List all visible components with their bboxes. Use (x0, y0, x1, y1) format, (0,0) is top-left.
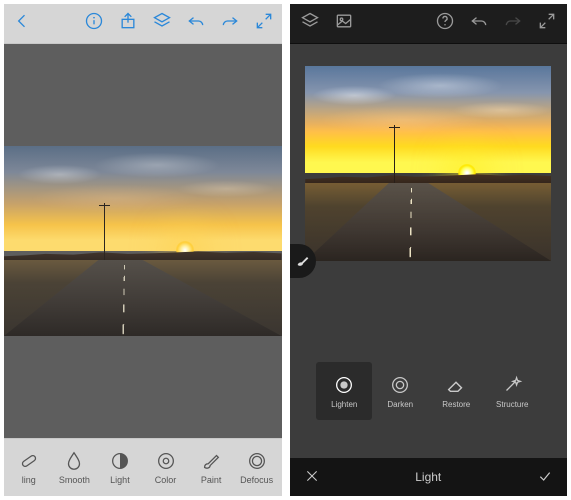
tool-label: Lighten (331, 400, 357, 409)
expand-button[interactable] (537, 11, 557, 36)
redo-icon (220, 11, 240, 31)
redo-button[interactable] (503, 11, 523, 36)
tool-restore[interactable]: Restore (428, 362, 484, 420)
share-button[interactable] (118, 11, 138, 36)
right-topbar (290, 4, 568, 44)
help-button[interactable] (435, 11, 455, 36)
chevron-left-icon (12, 11, 32, 31)
contrast-icon (109, 450, 131, 472)
tool-defocus[interactable]: Defocus (235, 450, 279, 485)
tool-smooth[interactable]: Smooth (52, 450, 96, 485)
info-icon (84, 11, 104, 31)
expand-icon (254, 11, 274, 31)
undo-button[interactable] (469, 11, 489, 36)
tool-structure[interactable]: Structure (484, 362, 540, 420)
left-toolbar: ling Smooth Light Color Paint Defocus (4, 438, 282, 496)
tool-label: Darken (387, 400, 413, 409)
eraser-icon (445, 374, 467, 396)
droplet-icon (63, 450, 85, 472)
defocus-icon (246, 450, 268, 472)
close-icon (304, 468, 320, 484)
layers-button[interactable] (300, 11, 320, 36)
confirm-button[interactable] (537, 468, 553, 487)
mode-bar: Light (290, 458, 568, 496)
left-topbar (4, 4, 282, 44)
brush-icon (295, 253, 311, 269)
share-icon (118, 11, 138, 31)
photo-preview (4, 146, 282, 336)
photo-preview (305, 66, 551, 261)
tool-label: Paint (201, 475, 222, 485)
image-icon (334, 11, 354, 31)
check-icon (537, 468, 553, 484)
right-canvas[interactable]: Lighten Darken Restore Structure (290, 44, 568, 458)
tool-label: Defocus (240, 475, 273, 485)
tool-healing[interactable]: ling (7, 450, 51, 485)
undo-icon (186, 11, 206, 31)
tool-label: Smooth (59, 475, 90, 485)
light-tools-row: Lighten Darken Restore Structure (290, 362, 568, 420)
tool-label: Structure (496, 400, 528, 409)
cancel-button[interactable] (304, 468, 320, 487)
help-icon (435, 11, 455, 31)
info-button[interactable] (84, 11, 104, 36)
left-canvas[interactable] (4, 44, 282, 438)
tool-label: Light (110, 475, 130, 485)
tool-light[interactable]: Light (98, 450, 142, 485)
layers-button[interactable] (152, 11, 172, 36)
wand-icon (501, 374, 523, 396)
darken-icon (389, 374, 411, 396)
tool-color[interactable]: Color (144, 450, 188, 485)
color-circle-icon (155, 450, 177, 472)
tool-label: Restore (442, 400, 470, 409)
redo-icon (503, 11, 523, 31)
expand-button[interactable] (254, 11, 274, 36)
lighten-icon (333, 374, 355, 396)
left-phone: ling Smooth Light Color Paint Defocus (4, 4, 282, 496)
undo-icon (469, 11, 489, 31)
brush-icon (200, 450, 222, 472)
redo-button[interactable] (220, 11, 240, 36)
tool-label: Color (155, 475, 177, 485)
tool-darken[interactable]: Darken (372, 362, 428, 420)
bandage-icon (18, 450, 40, 472)
right-phone: Lighten Darken Restore Structure Light (290, 4, 568, 496)
mode-label: Light (415, 470, 441, 484)
tool-lighten[interactable]: Lighten (316, 362, 372, 420)
expand-icon (537, 11, 557, 31)
tool-paint[interactable]: Paint (189, 450, 233, 485)
back-button[interactable] (12, 11, 32, 36)
image-button[interactable] (334, 11, 354, 36)
undo-button[interactable] (186, 11, 206, 36)
tool-label: ling (22, 475, 36, 485)
layers-icon (300, 11, 320, 31)
layers-icon (152, 11, 172, 31)
brush-handle[interactable] (290, 244, 316, 278)
